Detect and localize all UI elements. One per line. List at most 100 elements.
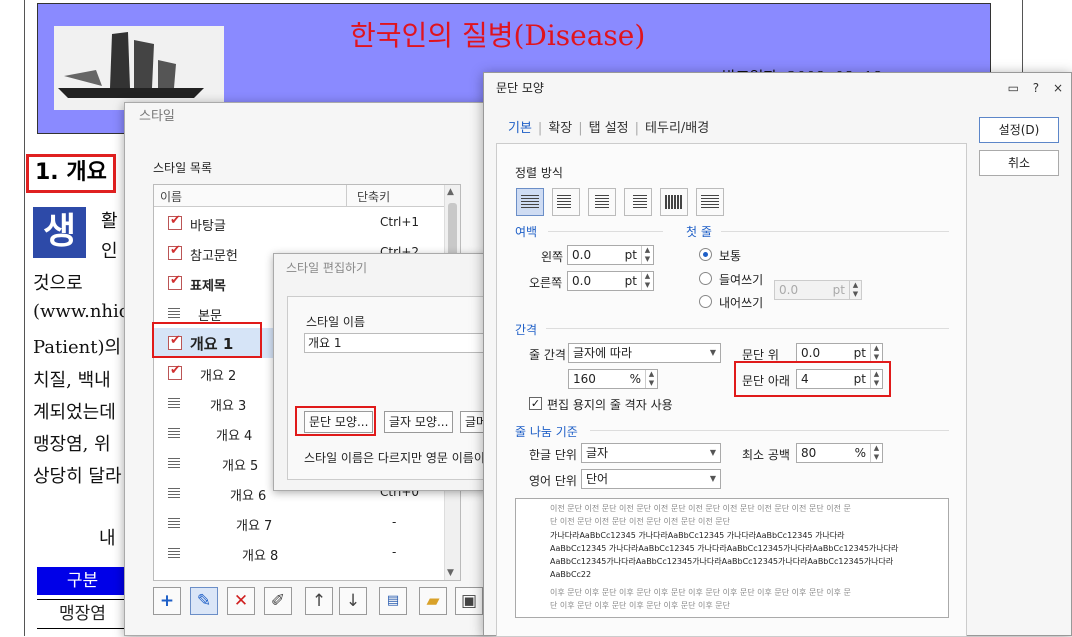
open-icon[interactable]: ▰ — [419, 587, 447, 615]
chevron-down-icon: ▼ — [709, 474, 716, 483]
align-left-icon[interactable] — [552, 188, 580, 216]
import-icon[interactable]: ▤ — [379, 587, 407, 615]
style-name-input[interactable]: 개요 1 — [304, 333, 494, 353]
align-label: 정렬 방식 — [515, 166, 563, 180]
line-spacing-type-select[interactable]: 글자에 따라 ▼ — [568, 343, 721, 363]
paragraph-style-icon — [168, 488, 180, 499]
edit-icon[interactable]: ✎ — [190, 587, 218, 615]
grid-checkbox[interactable]: ✓ — [529, 397, 542, 410]
paragraph-preview: 이전 문단 이전 문단 이전 문단 이전 문단 이전 문단 이전 문단 이전 문… — [515, 498, 949, 618]
align-center-icon[interactable] — [588, 188, 616, 216]
line-spacing-value-input[interactable]: 160% ▲ ▼ — [568, 369, 658, 389]
preview-text: AaBbCc12345가나다라AaBbCc12345가나다라AaBbCc1234… — [550, 557, 894, 566]
help-icon[interactable]: ? — [1033, 73, 1039, 103]
page-border — [24, 0, 25, 636]
paragraph-style-icon — [168, 548, 180, 559]
para-above-input[interactable]: 0.0 pt ▲ ▼ — [796, 343, 883, 363]
style-item[interactable]: 개요 8 - — [154, 538, 444, 568]
style-item-name: 개요 8 — [242, 549, 279, 564]
min-space-input[interactable]: 80% ▲ ▼ — [796, 443, 883, 463]
tab-extended[interactable]: 확장 — [548, 117, 572, 136]
margin-label: 여백 — [515, 225, 538, 239]
preview-text: AaBbCc22 — [550, 570, 592, 579]
first-line-label: 첫 줄 — [686, 225, 712, 239]
align-right-icon[interactable] — [624, 188, 652, 216]
preview-text: 단 이전 문단 이전 문단 이전 문단 이전 문단 이전 문단 — [550, 517, 730, 526]
style-item[interactable]: 바탕글 Ctrl+1 — [154, 208, 444, 238]
first-line-normal-label: 보통 — [719, 249, 742, 263]
align-divide-icon[interactable] — [696, 188, 724, 216]
hangul-unit-label: 한글 단위 — [529, 448, 577, 462]
document-text: 내 — [99, 528, 116, 549]
align-distribute-icon[interactable] — [660, 188, 688, 216]
style-item-name: 개요 3 — [210, 399, 247, 414]
dialog-title: 스타일 편집하기 — [286, 261, 368, 275]
add-icon[interactable]: + — [153, 587, 181, 615]
style-item-name: 표제목 — [190, 279, 226, 294]
title-buttons: ▭ ? × — [998, 73, 1063, 103]
copy-style-icon[interactable]: ✐ — [264, 587, 292, 615]
check-style-icon — [168, 273, 182, 290]
preview-text: 이후 문단 이후 문단 이후 문단 이후 문단 이후 문단 이후 문단 이후 문… — [550, 588, 851, 597]
style-item[interactable]: 개요 7 - — [154, 508, 444, 538]
scroll-down-icon[interactable]: ▼ — [447, 568, 454, 578]
first-line-indent-radio[interactable] — [699, 272, 712, 285]
style-item-name: 바탕글 — [190, 219, 226, 234]
scroll-up-icon[interactable]: ▲ — [447, 187, 454, 197]
first-line-outdent-radio[interactable] — [699, 295, 712, 308]
first-line-outdent-label: 내어쓰기 — [719, 296, 764, 310]
hangul-unit-select[interactable]: 글자 ▼ — [581, 443, 721, 463]
move-up-icon[interactable]: ↑ — [305, 587, 333, 615]
right-margin-input[interactable]: 0.0 pt ▲ ▼ — [567, 271, 654, 291]
left-margin-input[interactable]: 0.0 pt ▲ ▼ — [567, 245, 654, 265]
tab-bar: 기본 | 확장 | 탭 설정 | 테두리/배경 — [508, 117, 709, 136]
style-note: 스타일 이름은 다르지만 영문 이름이 — [304, 451, 485, 465]
paragraph-style-icon — [168, 518, 180, 529]
move-down-icon[interactable]: ↓ — [339, 587, 367, 615]
english-unit-label: 영어 단위 — [529, 474, 577, 488]
paragraph-style-icon — [168, 308, 180, 319]
english-unit-select[interactable]: 단어 ▼ — [581, 469, 721, 489]
spin-arrows-icon: ▲ ▼ — [870, 344, 882, 362]
tab-basic[interactable]: 기본 — [508, 117, 532, 136]
column-name-header: 이름 — [160, 190, 183, 204]
preview-text: 단 이후 문단 이후 문단 이후 문단 이후 문단 이후 문단 — [550, 601, 730, 610]
close-icon[interactable]: × — [1053, 73, 1063, 103]
style-name-label: 스타일 이름 — [306, 315, 366, 329]
check-style-icon — [168, 213, 182, 230]
document-heading: 1. 개요 — [26, 154, 116, 193]
preview-text: 가나다라AaBbCc12345 가나다라AaBbCc12345 가나다라AaBb… — [550, 531, 845, 540]
chevron-down-icon: ▼ — [709, 448, 716, 457]
first-line-normal-radio[interactable] — [699, 248, 712, 261]
document-text: 상당히 달라 — [33, 466, 122, 487]
save-icon[interactable]: ▣ — [455, 587, 483, 615]
style-item-shortcut: - — [392, 545, 397, 559]
style-item-shortcut: Ctrl+1 — [380, 215, 420, 229]
style-item-name: 참고문헌 — [190, 249, 238, 264]
paragraph-style-icon — [168, 458, 180, 469]
char-shape-button[interactable]: 글자 모양... — [384, 411, 454, 433]
comment-icon[interactable]: ▭ — [1008, 73, 1019, 103]
spin-arrows-icon: ▲ ▼ — [645, 370, 657, 388]
align-justify-icon[interactable] — [516, 188, 544, 216]
style-edit-dialog: 스타일 편집하기 스타일 이름 개요 1 문단 모양... 글자 모양... 글… — [273, 253, 497, 491]
document-text: 치질, 백내 — [33, 370, 111, 391]
document-text: 맹장염, 위 — [33, 434, 111, 455]
paragraph-style-icon — [168, 428, 180, 439]
style-item-name: 개요 7 — [236, 519, 273, 534]
document-text: 계되었는데 — [33, 402, 116, 423]
delete-icon[interactable]: ✕ — [227, 587, 255, 615]
ok-button[interactable]: 설정(D) — [979, 117, 1059, 143]
left-margin-label: 왼쪽 — [541, 250, 564, 264]
banner-title: 한국인의 질병(Disease) — [350, 19, 646, 52]
tab-border-background[interactable]: 테두리/배경 — [645, 117, 709, 136]
first-line-value-input[interactable]: 0.0 pt ▲ ▼ — [774, 280, 862, 300]
chevron-down-icon: ▼ — [709, 348, 716, 357]
style-list-label: 스타일 목록 — [153, 161, 213, 175]
cancel-button[interactable]: 취소 — [979, 150, 1059, 176]
style-item-name: 개요 5 — [222, 459, 259, 474]
dialog-title: 스타일 — [139, 109, 175, 124]
check-style-icon — [168, 363, 182, 380]
tab-tab-settings[interactable]: 탭 설정 — [589, 117, 629, 136]
line-spacing-label: 줄 간격 — [529, 348, 566, 362]
